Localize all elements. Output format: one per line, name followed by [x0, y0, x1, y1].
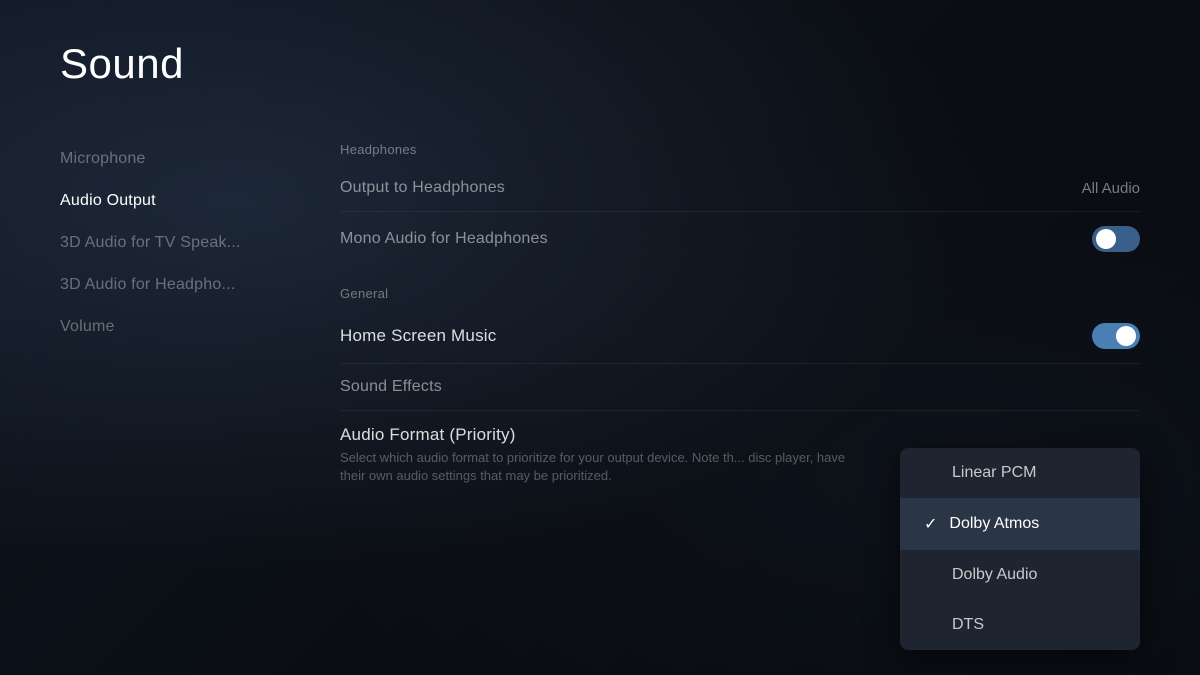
dropdown-item-linear-pcm[interactable]: Linear PCM [900, 448, 1140, 498]
mono-audio-toggle[interactable] [1092, 226, 1140, 252]
page-title: Sound [60, 40, 1140, 88]
audio-format-priority-description: Select which audio format to prioritize … [340, 449, 860, 485]
mono-audio-headphones-row[interactable]: Mono Audio for Headphones [340, 212, 1140, 266]
home-screen-music-toggle[interactable] [1092, 323, 1140, 349]
headphones-section: Headphones Output to Headphones All Audi… [340, 142, 1140, 266]
dropdown-item-dolby-audio-label: Dolby Audio [952, 566, 1037, 584]
home-screen-music-label: Home Screen Music [340, 326, 496, 346]
sound-effects-row[interactable]: Sound Effects [340, 364, 1140, 411]
mono-audio-toggle-knob [1096, 229, 1116, 249]
sidebar-item-microphone[interactable]: Microphone [60, 138, 320, 180]
sidebar: Microphone Audio Output 3D Audio for TV … [60, 138, 320, 499]
dropdown-item-dolby-audio[interactable]: Dolby Audio [900, 550, 1140, 600]
general-section-label: General [340, 286, 1140, 301]
sound-effects-label: Sound Effects [340, 378, 442, 396]
audio-format-dropdown[interactable]: Linear PCM ✓ Dolby Atmos Dolby Audio DTS [900, 448, 1140, 650]
sidebar-item-3d-audio-headphones[interactable]: 3D Audio for Headpho... [60, 264, 320, 306]
output-to-headphones-label: Output to Headphones [340, 179, 505, 197]
dropdown-item-dolby-atmos-label: Dolby Atmos [949, 515, 1039, 533]
headphones-section-label: Headphones [340, 142, 1140, 157]
home-screen-music-row[interactable]: Home Screen Music [340, 309, 1140, 364]
dropdown-item-dolby-atmos[interactable]: ✓ Dolby Atmos [900, 498, 1140, 550]
dropdown-item-dts[interactable]: DTS [900, 600, 1140, 650]
output-to-headphones-value: All Audio [1082, 180, 1140, 197]
dolby-atmos-check-icon: ✓ [924, 514, 937, 534]
output-to-headphones-row[interactable]: Output to Headphones All Audio [340, 165, 1140, 212]
sidebar-item-volume[interactable]: Volume [60, 306, 320, 348]
dropdown-item-linear-pcm-label: Linear PCM [952, 464, 1036, 482]
main-content: Headphones Output to Headphones All Audi… [320, 138, 1140, 499]
home-screen-music-toggle-knob [1116, 326, 1136, 346]
mono-audio-headphones-label: Mono Audio for Headphones [340, 230, 548, 248]
sidebar-item-3d-audio-tv[interactable]: 3D Audio for TV Speak... [60, 222, 320, 264]
sidebar-item-audio-output[interactable]: Audio Output [60, 180, 320, 222]
dropdown-item-dts-label: DTS [952, 616, 984, 634]
audio-format-priority-label: Audio Format (Priority) [340, 425, 860, 445]
